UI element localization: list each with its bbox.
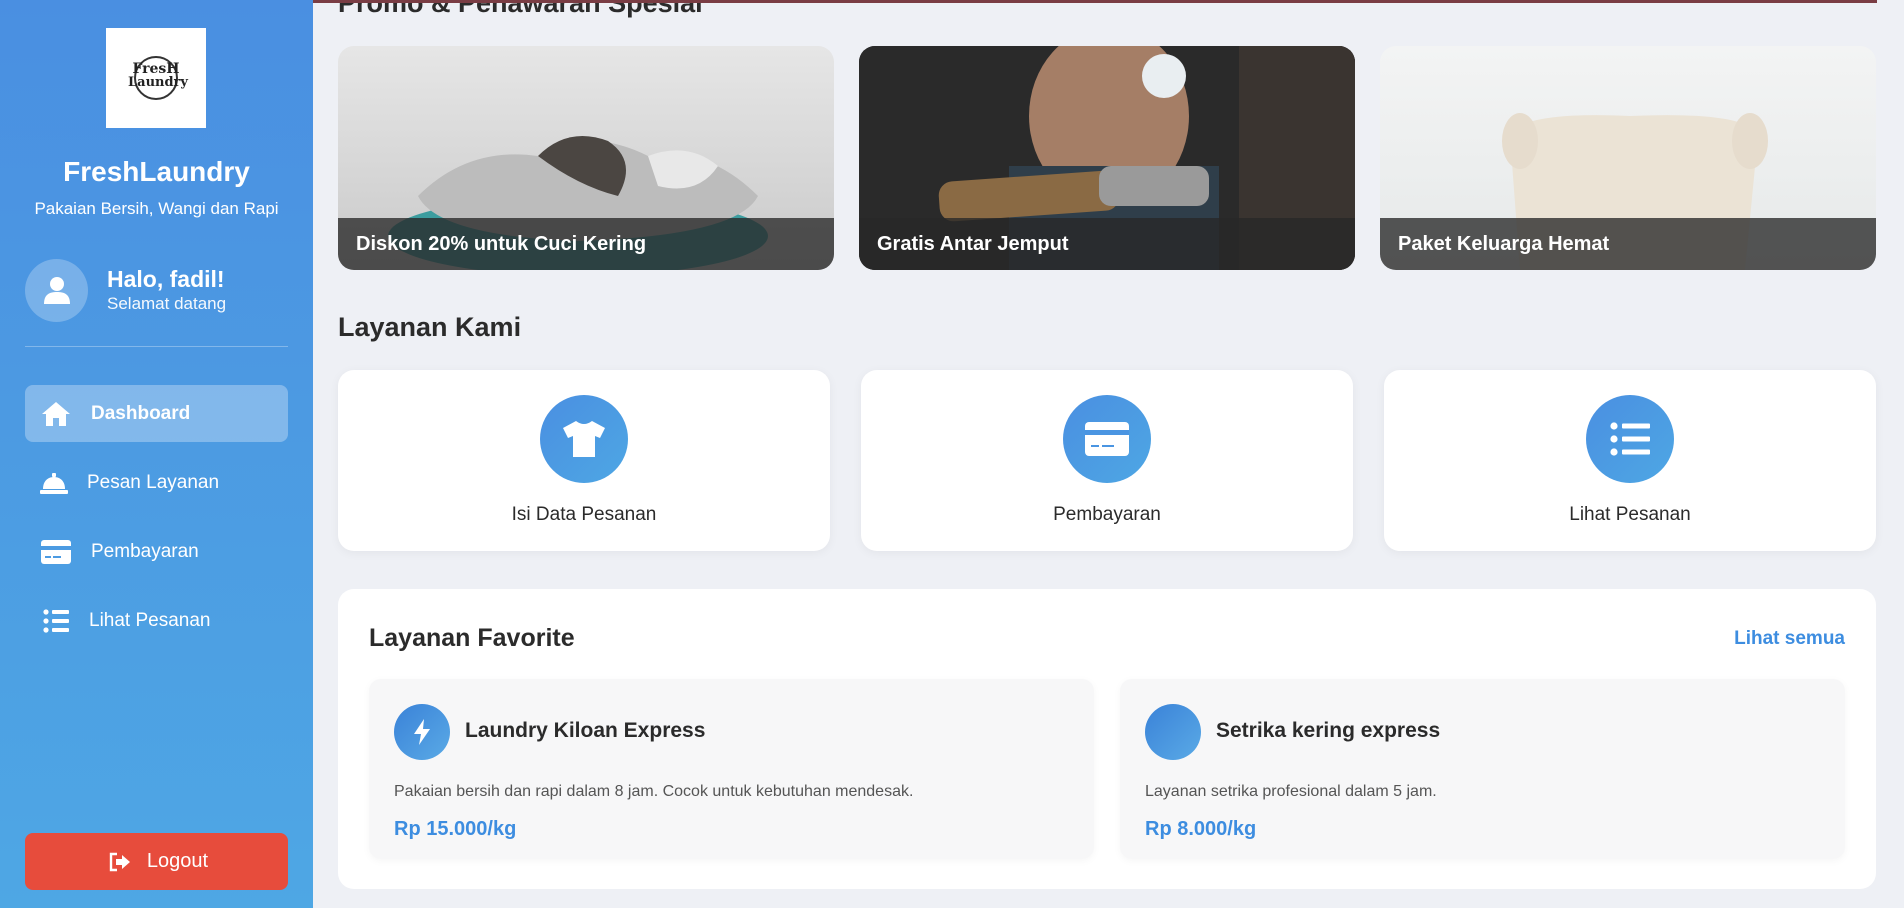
favorite-card-laundry-kiloan[interactable]: Laundry Kiloan Express Pakaian bersih da… — [369, 679, 1094, 859]
window-top-border — [313, 0, 1877, 3]
brand-tagline: Pakaian Bersih, Wangi dan Rapi — [34, 199, 279, 218]
favorite-name: Setrika kering express — [1216, 719, 1441, 742]
sign-out-icon — [105, 847, 135, 877]
user-avatar-icon — [25, 258, 88, 322]
credit-card-icon — [1063, 395, 1151, 483]
home-icon — [41, 399, 71, 429]
user-greeting: Halo, fadil! — [107, 266, 225, 292]
sidebar-nav: Dashboard Pesan Layanan Pembayaran Lihat… — [25, 385, 288, 661]
promo-card-pickup[interactable]: Gratis Antar Jemput — [859, 46, 1355, 270]
promo-card-dry-clean[interactable]: Diskon 20% untuk Cuci Kering — [338, 46, 834, 270]
service-card-pembayaran[interactable]: Pembayaran — [861, 370, 1353, 551]
sidebar-item-pesan-layanan[interactable]: Pesan Layanan — [25, 454, 288, 511]
favorite-description: Pakaian bersih dan rapi dalam 8 jam. Coc… — [394, 783, 914, 800]
service-icon-placeholder — [1145, 704, 1201, 760]
promo-card-family[interactable]: Paket Keluarga Hemat — [1380, 46, 1876, 270]
favorite-name: Laundry Kiloan Express — [465, 719, 706, 742]
sidebar-item-label: Lihat Pesanan — [89, 609, 211, 631]
user-profile: Halo, fadil! Selamat datang — [25, 258, 288, 322]
lightning-icon — [394, 704, 450, 760]
scrollbar[interactable] — [1877, 0, 1904, 908]
tshirt-icon — [540, 395, 628, 483]
bell-service-icon — [39, 468, 69, 498]
logout-label: Logout — [146, 850, 209, 872]
favorite-price: Rp 15.000/kg — [394, 818, 517, 840]
service-card-isi-data-pesanan[interactable]: Isi Data Pesanan — [338, 370, 830, 551]
promo-caption: Gratis Antar Jemput — [859, 218, 1355, 270]
sidebar-item-label: Pembayaran — [91, 540, 199, 562]
sidebar-item-label: Pesan Layanan — [87, 471, 220, 493]
favorite-description: Layanan setrika profesional dalam 5 jam. — [1145, 783, 1437, 800]
sidebar-divider — [25, 346, 288, 347]
favorite-price: Rp 8.000/kg — [1145, 818, 1257, 840]
service-card-lihat-pesanan[interactable]: Lihat Pesanan — [1384, 370, 1876, 551]
credit-card-icon — [41, 537, 71, 567]
service-label: Pembayaran — [1053, 504, 1161, 525]
logo-text-line2: Laundry — [128, 75, 188, 90]
list-icon — [1586, 395, 1674, 483]
logout-button[interactable]: Logout — [25, 833, 288, 890]
logo: FresH Laundry — [106, 28, 206, 128]
logo-text-line1: FresH — [132, 61, 180, 77]
favorites-title: Layanan Favorite — [369, 624, 575, 652]
sidebar-item-lihat-pesanan[interactable]: Lihat Pesanan — [25, 592, 288, 649]
sidebar-item-label: Dashboard — [91, 402, 191, 424]
sidebar-item-dashboard[interactable]: Dashboard — [25, 385, 288, 442]
brand-name: FreshLaundry — [63, 156, 250, 187]
service-label: Isi Data Pesanan — [511, 504, 657, 525]
promo-caption: Paket Keluarga Hemat — [1380, 218, 1876, 270]
services-section-title: Layanan Kami — [338, 312, 522, 342]
list-icon — [41, 606, 71, 636]
favorite-card-setrika-kering[interactable]: Setrika kering express Layanan setrika p… — [1120, 679, 1845, 859]
favorite-services-panel: Layanan Favorite Lihat semua Laundry Kil… — [338, 589, 1876, 889]
user-subtitle: Selamat datang — [107, 294, 227, 313]
see-all-link[interactable]: Lihat semua — [1734, 628, 1845, 650]
sidebar: FresH Laundry FreshLaundry Pakaian Bersi… — [0, 0, 313, 908]
sidebar-item-pembayaran[interactable]: Pembayaran — [25, 523, 288, 580]
service-label: Lihat Pesanan — [1569, 504, 1691, 525]
promo-caption: Diskon 20% untuk Cuci Kering — [338, 218, 834, 270]
